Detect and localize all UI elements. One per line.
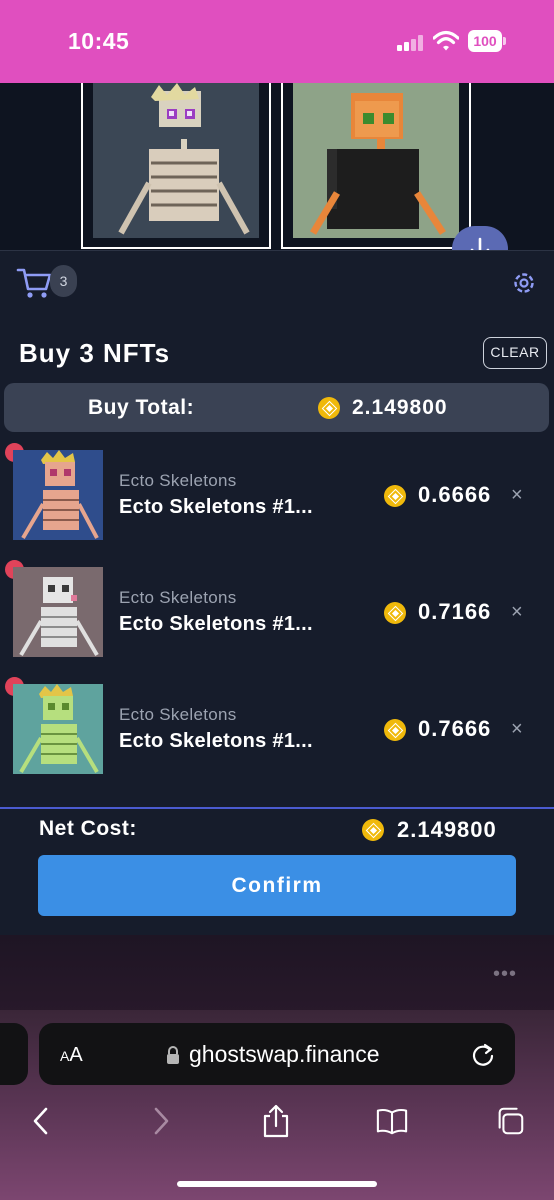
item-name[interactable]: Ecto Skeletons #1...	[119, 613, 313, 636]
remove-item-button[interactable]: ×	[511, 484, 523, 507]
coin-icon	[362, 819, 384, 841]
nft-thumbnail	[13, 567, 103, 657]
confirm-button[interactable]: Confirm	[38, 855, 516, 916]
item-collection: Ecto Skeletons	[119, 588, 237, 607]
cart-item: Ecto Skeletons Ecto Skeletons #1... 0.71…	[0, 560, 554, 660]
coin-icon	[384, 602, 406, 624]
item-price: 0.6666	[418, 482, 492, 507]
cart-item: Ecto Skeletons Ecto Skeletons #1... 0.66…	[0, 443, 554, 543]
gear-icon[interactable]	[511, 270, 537, 296]
cart-count-badge: 3	[50, 265, 77, 297]
remove-item-button[interactable]: ×	[511, 601, 523, 624]
status-time: 10:45	[68, 28, 130, 54]
nft-preview-card[interactable]	[81, 83, 271, 249]
buy-total-label: Buy Total:	[88, 396, 195, 419]
net-cost-label: Net Cost:	[39, 817, 137, 840]
item-price: 0.7166	[418, 599, 492, 624]
coin-icon	[318, 397, 340, 419]
url-text[interactable]: ghostswap.finance	[189, 1041, 380, 1068]
back-icon[interactable]	[26, 1104, 58, 1138]
item-name[interactable]: Ecto Skeletons #1...	[119, 496, 313, 519]
battery-level: 100	[468, 30, 502, 52]
tabs-icon[interactable]	[494, 1104, 526, 1138]
status-bar: 10:45 100	[0, 0, 554, 83]
reader-options-button[interactable]: AA	[60, 1044, 83, 1067]
previous-tab-preview[interactable]	[0, 1023, 28, 1085]
nft-preview-image	[293, 83, 459, 238]
item-collection: Ecto Skeletons	[119, 471, 237, 490]
coin-icon	[384, 719, 406, 741]
nft-preview-card[interactable]	[281, 83, 471, 249]
nft-preview-image	[93, 83, 259, 238]
cart-item: Ecto Skeletons Ecto Skeletons #1... 0.76…	[0, 677, 554, 777]
forward-icon[interactable]	[144, 1104, 176, 1138]
cellular-signal-icon	[397, 35, 425, 51]
buy-total-bar: Buy Total: 2.149800	[4, 383, 549, 432]
nft-thumbnail	[13, 684, 103, 774]
nft-preview-strip[interactable]	[0, 83, 554, 250]
cart-icon[interactable]	[16, 265, 52, 301]
item-name[interactable]: Ecto Skeletons #1...	[119, 730, 313, 753]
item-price: 0.7666	[418, 716, 492, 741]
item-collection: Ecto Skeletons	[119, 705, 237, 724]
lock-icon	[167, 1046, 179, 1064]
remove-item-button[interactable]: ×	[511, 718, 523, 741]
net-cost-value: 2.149800	[397, 817, 497, 842]
clear-button[interactable]: CLEAR	[483, 337, 547, 369]
battery-icon: 100	[468, 30, 506, 52]
nft-thumbnail	[13, 450, 103, 540]
wifi-icon	[433, 30, 459, 51]
share-icon[interactable]	[260, 1104, 292, 1138]
cart-title: Buy 3 NFTs	[19, 338, 171, 368]
home-indicator	[177, 1181, 377, 1187]
reload-icon[interactable]	[470, 1041, 496, 1067]
bookmarks-icon[interactable]	[376, 1104, 408, 1138]
buy-total-value: 2.149800	[352, 396, 448, 419]
coin-icon	[384, 485, 406, 507]
more-options-button[interactable]: •••	[493, 963, 517, 986]
